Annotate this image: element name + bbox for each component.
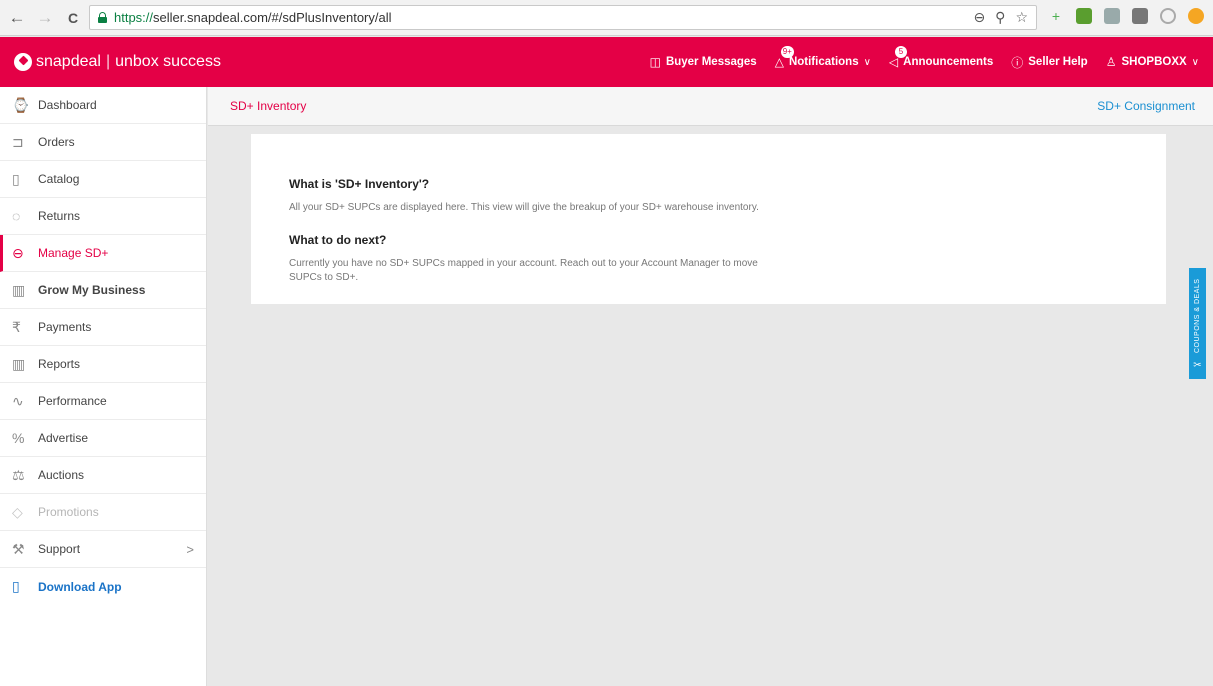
brand-name: snapdeal (36, 53, 101, 70)
rupee-icon: ₹ (12, 318, 21, 335)
extension-circle-icon[interactable] (1160, 8, 1176, 24)
sidebar-item-reports[interactable]: ▥ Reports (0, 346, 206, 383)
coupons-deals-tab[interactable]: COUPONS & DEALS ✂ (1189, 268, 1206, 379)
percent-icon: % (12, 430, 25, 446)
extension-square-icon[interactable] (1132, 8, 1148, 24)
sidebar-item-manage-sd-plus[interactable]: ⊖ Manage SD+ (0, 235, 206, 272)
address-bar[interactable]: https://seller.snapdeal.com/#/sdPlusInve… (89, 5, 1037, 30)
sidebar-item-grow-my-business[interactable]: ▥ Grow My Business (0, 272, 206, 309)
buyer-messages-label: Buyer Messages (665, 56, 757, 68)
extension-plus-icon[interactable]: + (1048, 8, 1064, 24)
sidebar-item-label: Payments (38, 320, 92, 334)
notifications-link[interactable]: △ 9+ Notifications ∨ (774, 46, 871, 69)
sidebar-item-support[interactable]: ⚒ Support > (0, 531, 206, 568)
brand-logo[interactable]: snapdeal | unbox success (14, 53, 221, 71)
page-subheader: SD+ Inventory SD+ Consignment (208, 87, 1213, 126)
zoom-icon[interactable]: ⊖ (973, 9, 985, 26)
notifications-badge: 9+ (780, 46, 794, 58)
bell-icon: △ 9+ (774, 46, 794, 69)
seller-help-label: Seller Help (1028, 56, 1088, 68)
sidebar-item-dashboard[interactable]: ⌚ Dashboard (0, 87, 206, 124)
what-is-description: All your SD+ SUPCs are displayed here. T… (289, 202, 759, 213)
sidebar-item-promotions: ◇ Promotions (0, 494, 206, 531)
sd-consignment-link[interactable]: SD+ Consignment (1097, 99, 1195, 113)
lock-icon (98, 12, 107, 23)
account-menu[interactable]: ♙ SHOPBOXX ∨ (1106, 55, 1199, 69)
browser-toolbar: ← → C https://seller.snapdeal.com/#/sdPl… (0, 0, 1213, 36)
sidebar-item-auctions[interactable]: ⚖ Auctions (0, 457, 206, 494)
what-next-heading: What to do next? (289, 233, 387, 247)
wrench-icon: ⚒ (12, 540, 25, 557)
bookmark-star-icon[interactable]: ☆ (1015, 9, 1028, 26)
sidebar-item-label: Advertise (38, 431, 89, 445)
what-next-description: Currently you have no SD+ SUPCs mapped i… (289, 258, 758, 283)
help-icon: ⓘ (1011, 55, 1024, 70)
catalog-book-icon: ▯ (12, 170, 20, 187)
back-icon[interactable]: ← (6, 7, 28, 29)
notifications-label: Notifications (788, 56, 859, 68)
reload-icon[interactable]: C (62, 7, 84, 29)
sd-plus-icon: ⊖ (12, 244, 24, 261)
sidebar-item-label: Reports (38, 357, 81, 371)
buyer-messages-link[interactable]: ◫ Buyer Messages (650, 55, 757, 69)
announcements-badge: 5 (894, 46, 907, 58)
bar-chart-icon: ▥ (12, 355, 26, 372)
url-path: seller.snapdeal.com/#/sdPlusInventory/al… (153, 10, 392, 25)
extension-grey-icon[interactable] (1104, 8, 1120, 24)
sidebar-item-label: Returns (38, 209, 81, 223)
sidebar-item-download-app[interactable]: ▯ Download App (0, 568, 206, 605)
announcements-link[interactable]: ◁ 5 Announcements (889, 46, 994, 69)
sidebar-item-returns[interactable]: ◌ Returns (0, 198, 206, 235)
top-header: snapdeal | unbox success ◫ Buyer Message… (0, 37, 1213, 87)
coupons-deals-label: COUPONS & DEALS (1194, 278, 1201, 354)
sidebar-item-label: Promotions (38, 505, 99, 519)
user-icon: ♙ (1105, 55, 1117, 69)
brand-separator: | (105, 53, 111, 70)
sidebar: ⌚ Dashboard ⊐ Orders ▯ Catalog ◌ Returns… (0, 87, 207, 686)
sidebar-item-label: Grow My Business (38, 283, 146, 297)
sidebar-item-label: Performance (38, 394, 107, 408)
sidebar-item-label: Manage SD+ (38, 246, 109, 260)
sidebar-item-advertise[interactable]: % Advertise (0, 420, 206, 457)
forward-icon[interactable]: → (34, 7, 56, 29)
dashboard-icon: ⌚ (12, 96, 30, 113)
key-icon[interactable]: ⚲ (995, 9, 1005, 26)
performance-graph-icon: ∿ (12, 392, 24, 409)
megaphone-icon: ◁ 5 (889, 46, 907, 69)
extension-shield-icon[interactable] (1076, 8, 1092, 24)
sidebar-item-payments[interactable]: ₹ Payments (0, 309, 206, 346)
announcements-label: Announcements (903, 56, 994, 68)
chevron-right-icon: > (186, 541, 194, 557)
sidebar-item-label: Support (38, 542, 81, 556)
chevron-down-icon: ∨ (863, 56, 871, 68)
sidebar-item-catalog[interactable]: ▯ Catalog (0, 161, 206, 198)
brand-tagline: unbox success (115, 53, 221, 70)
sidebar-item-label: Catalog (38, 172, 80, 186)
info-card: What is 'SD+ Inventory'? All your SD+ SU… (251, 134, 1166, 304)
what-is-heading: What is 'SD+ Inventory'? (289, 177, 430, 191)
tag-icon: ◇ (12, 503, 23, 520)
growth-chart-icon: ▥ (12, 281, 26, 298)
page-title[interactable]: SD+ Inventory (230, 99, 306, 113)
mobile-phone-icon: ▯ (12, 578, 20, 594)
sidebar-item-label: Auctions (38, 468, 85, 482)
seller-help-link[interactable]: ⓘ Seller Help (1011, 54, 1087, 71)
url-scheme: https:// (114, 10, 154, 25)
sidebar-item-label: Orders (38, 135, 75, 149)
scissors-icon: ✂ (1193, 360, 1202, 371)
sidebar-item-label: Dashboard (38, 98, 97, 112)
gavel-icon: ⚖ (12, 466, 25, 483)
sidebar-item-label: Download App (38, 579, 122, 594)
chevron-down-icon: ∨ (1191, 56, 1199, 68)
extension-orange-icon[interactable] (1188, 8, 1204, 24)
sidebar-item-performance[interactable]: ∿ Performance (0, 383, 206, 420)
sidebar-item-orders[interactable]: ⊐ Orders (0, 124, 206, 161)
chat-icon: ◫ (649, 55, 661, 69)
cart-icon: ⊐ (12, 133, 24, 150)
account-name: SHOPBOXX (1121, 56, 1187, 68)
snapdeal-logo-icon (14, 53, 32, 71)
returns-icon: ◌ (12, 208, 21, 224)
